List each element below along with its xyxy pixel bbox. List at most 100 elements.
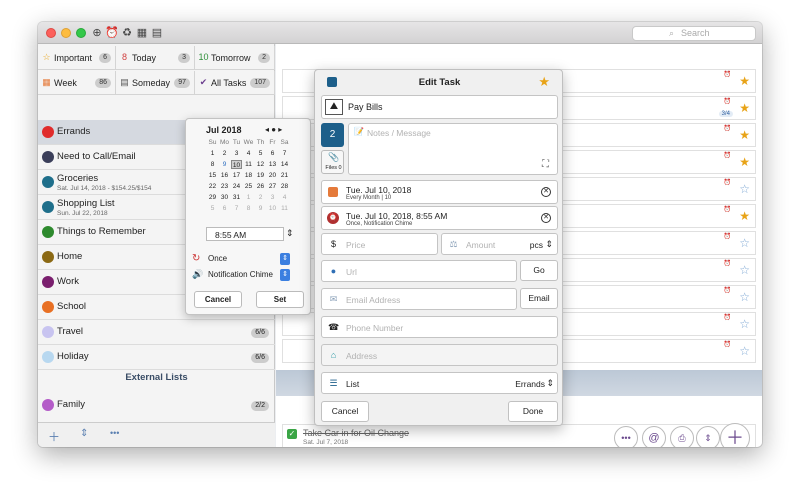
go-button[interactable]: Go	[520, 260, 558, 281]
calendar-day[interactable]: 20	[267, 171, 278, 180]
done-button[interactable]: Done	[508, 401, 558, 422]
alarm-field[interactable]: ⏰ Tue. Jul 10, 2018, 8:55 AM Once, Notif…	[321, 206, 558, 230]
calendar-day[interactable]: 11	[279, 204, 290, 213]
star-filled-icon[interactable]: ★	[739, 156, 750, 168]
calendar-day[interactable]: 1	[207, 149, 218, 158]
calendar-day[interactable]: 22	[207, 182, 218, 191]
calendar-day[interactable]: 13	[267, 160, 278, 169]
calendar-day[interactable]: 19	[255, 171, 266, 180]
sort-icon[interactable]: ⇕	[80, 428, 88, 439]
calendar-day[interactable]: 1	[243, 193, 254, 202]
star-filled-icon[interactable]: ★	[739, 129, 750, 141]
table-icon[interactable]: ▦	[135, 26, 149, 40]
add-task-button[interactable]: ＋	[720, 423, 750, 447]
calendar-day[interactable]: 28	[279, 182, 290, 191]
cancel-button[interactable]: Cancel	[321, 401, 369, 422]
calendar-nav[interactable]: ◂ ● ▸	[265, 125, 282, 134]
calendar-day[interactable]: 6	[219, 204, 230, 213]
address-field[interactable]: ⌂ Address	[321, 344, 558, 366]
email-field[interactable]: ✉ Email Address	[321, 288, 517, 310]
alert-sound-popup[interactable]: Notification Chime ⇕	[208, 269, 290, 281]
calendar-day[interactable]: 21	[279, 171, 290, 180]
calendar-day[interactable]: 10	[231, 160, 242, 169]
price-field[interactable]: $ Price	[321, 233, 438, 255]
due-date-field[interactable]: Tue. Jul 10, 2018 Every Month | 10 ✕	[321, 180, 558, 204]
amount-field[interactable]: ⚖ Amount pcs ⇕	[441, 233, 558, 255]
smart-list-4[interactable]: ▤ Someday 97	[116, 71, 195, 95]
star-outline-icon[interactable]: ☆	[739, 264, 750, 276]
calendar-day[interactable]: 16	[219, 171, 230, 180]
time-field[interactable]: 8:55 AM	[206, 227, 284, 241]
calendar-day[interactable]: 11	[243, 160, 254, 169]
files-button[interactable]: 📎 Files 0	[321, 150, 344, 174]
search-input[interactable]: ⌕ Search	[632, 26, 756, 41]
time-stepper-icon[interactable]: ⇕	[286, 228, 294, 239]
checkbox-checked-icon[interactable]: ✓	[287, 429, 297, 439]
smart-list-0[interactable]: ☆ Important 6	[38, 46, 116, 70]
smart-list-5[interactable]: ✔ All Tasks 107	[195, 71, 275, 95]
minimize-button[interactable]	[61, 28, 71, 38]
url-field[interactable]: ● Url	[321, 260, 517, 282]
clear-due-date-icon[interactable]: ✕	[541, 187, 551, 197]
external-list-item[interactable]: Family 2/2	[38, 393, 275, 418]
calendar-day[interactable]: 4	[243, 149, 254, 158]
list-view-icon[interactable]: ▤	[150, 26, 164, 40]
star-filled-icon[interactable]: ★	[739, 75, 750, 87]
task-name-field[interactable]: ⛰ Pay Bills	[321, 95, 558, 119]
calendar-day[interactable]: 26	[255, 182, 266, 191]
calendar-day[interactable]: 6	[267, 149, 278, 158]
calendar-day[interactable]: 25	[243, 182, 254, 191]
calendar-day[interactable]: 17	[231, 171, 242, 180]
more-actions-button[interactable]: •••	[614, 426, 638, 447]
phone-field[interactable]: ☎ Phone Number	[321, 316, 558, 338]
zoom-button[interactable]	[76, 28, 86, 38]
calendar-day[interactable]: 7	[279, 149, 290, 158]
star-filled-icon[interactable]: ★	[739, 210, 750, 222]
calendar-cancel-button[interactable]: Cancel	[194, 291, 242, 308]
calendar-day[interactable]: 31	[231, 193, 242, 202]
calendar-day[interactable]: 12	[255, 160, 266, 169]
calendar-day[interactable]: 2	[255, 193, 266, 202]
calendar-day[interactable]: 3	[231, 149, 242, 158]
calendar-day[interactable]: 15	[207, 171, 218, 180]
email-button[interactable]: Email	[520, 288, 558, 309]
add-circle-icon[interactable]: ⊕	[90, 26, 104, 40]
calendar-day[interactable]: 9	[219, 160, 230, 169]
calendar-day[interactable]: 14	[279, 160, 290, 169]
calendar-day[interactable]: 27	[267, 182, 278, 191]
star-icon[interactable]: ★	[538, 74, 550, 90]
calendar-day[interactable]: 5	[255, 149, 266, 158]
print-icon[interactable]: ⎙	[670, 426, 694, 447]
star-outline-icon[interactable]: ☆	[739, 318, 750, 330]
calendar-day[interactable]: 18	[243, 171, 254, 180]
expand-icon[interactable]: ⛶	[542, 159, 549, 170]
clear-alarm-icon[interactable]: ✕	[541, 213, 551, 223]
calendar-day[interactable]: 29	[207, 193, 218, 202]
unit-stepper-icon[interactable]: ⇕	[545, 239, 553, 250]
recycle-icon[interactable]: ♻	[120, 26, 134, 40]
star-filled-icon[interactable]: ★	[739, 102, 750, 114]
smart-list-3[interactable]: ▦ Week 86	[38, 71, 116, 95]
repeat-popup[interactable]: Once ⇕	[208, 253, 290, 265]
calendar-day[interactable]: 3	[267, 193, 278, 202]
list-item[interactable]: Travel 6/6	[38, 320, 275, 345]
calendar-day[interactable]: 9	[255, 204, 266, 213]
image-icon[interactable]: ⛰	[325, 99, 343, 115]
calendar-day[interactable]: 10	[267, 204, 278, 213]
calendar-day[interactable]: 7	[231, 204, 242, 213]
calendar-set-button[interactable]: Set	[256, 291, 304, 308]
calendar-day[interactable]: 4	[279, 193, 290, 202]
smart-list-1[interactable]: 8 Today 3	[116, 46, 195, 70]
calendar-day[interactable]: 2	[219, 149, 230, 158]
calendar-day[interactable]: 5	[207, 204, 218, 213]
calendar-day[interactable]: 30	[219, 193, 230, 202]
calendar-day[interactable]: 8	[243, 204, 254, 213]
more-options-icon[interactable]: •••	[110, 428, 119, 438]
alarm-clock-icon[interactable]: ⏰	[105, 26, 119, 40]
close-button[interactable]	[46, 28, 56, 38]
unit-value[interactable]: pcs	[530, 240, 543, 250]
notes-field[interactable]: 📝 Notes / Message ⛶	[348, 123, 558, 175]
calendar-day[interactable]: 23	[219, 182, 230, 191]
calendar-day[interactable]: 8	[207, 160, 218, 169]
smart-list-2[interactable]: 10 Tomorrow 2	[195, 46, 275, 70]
